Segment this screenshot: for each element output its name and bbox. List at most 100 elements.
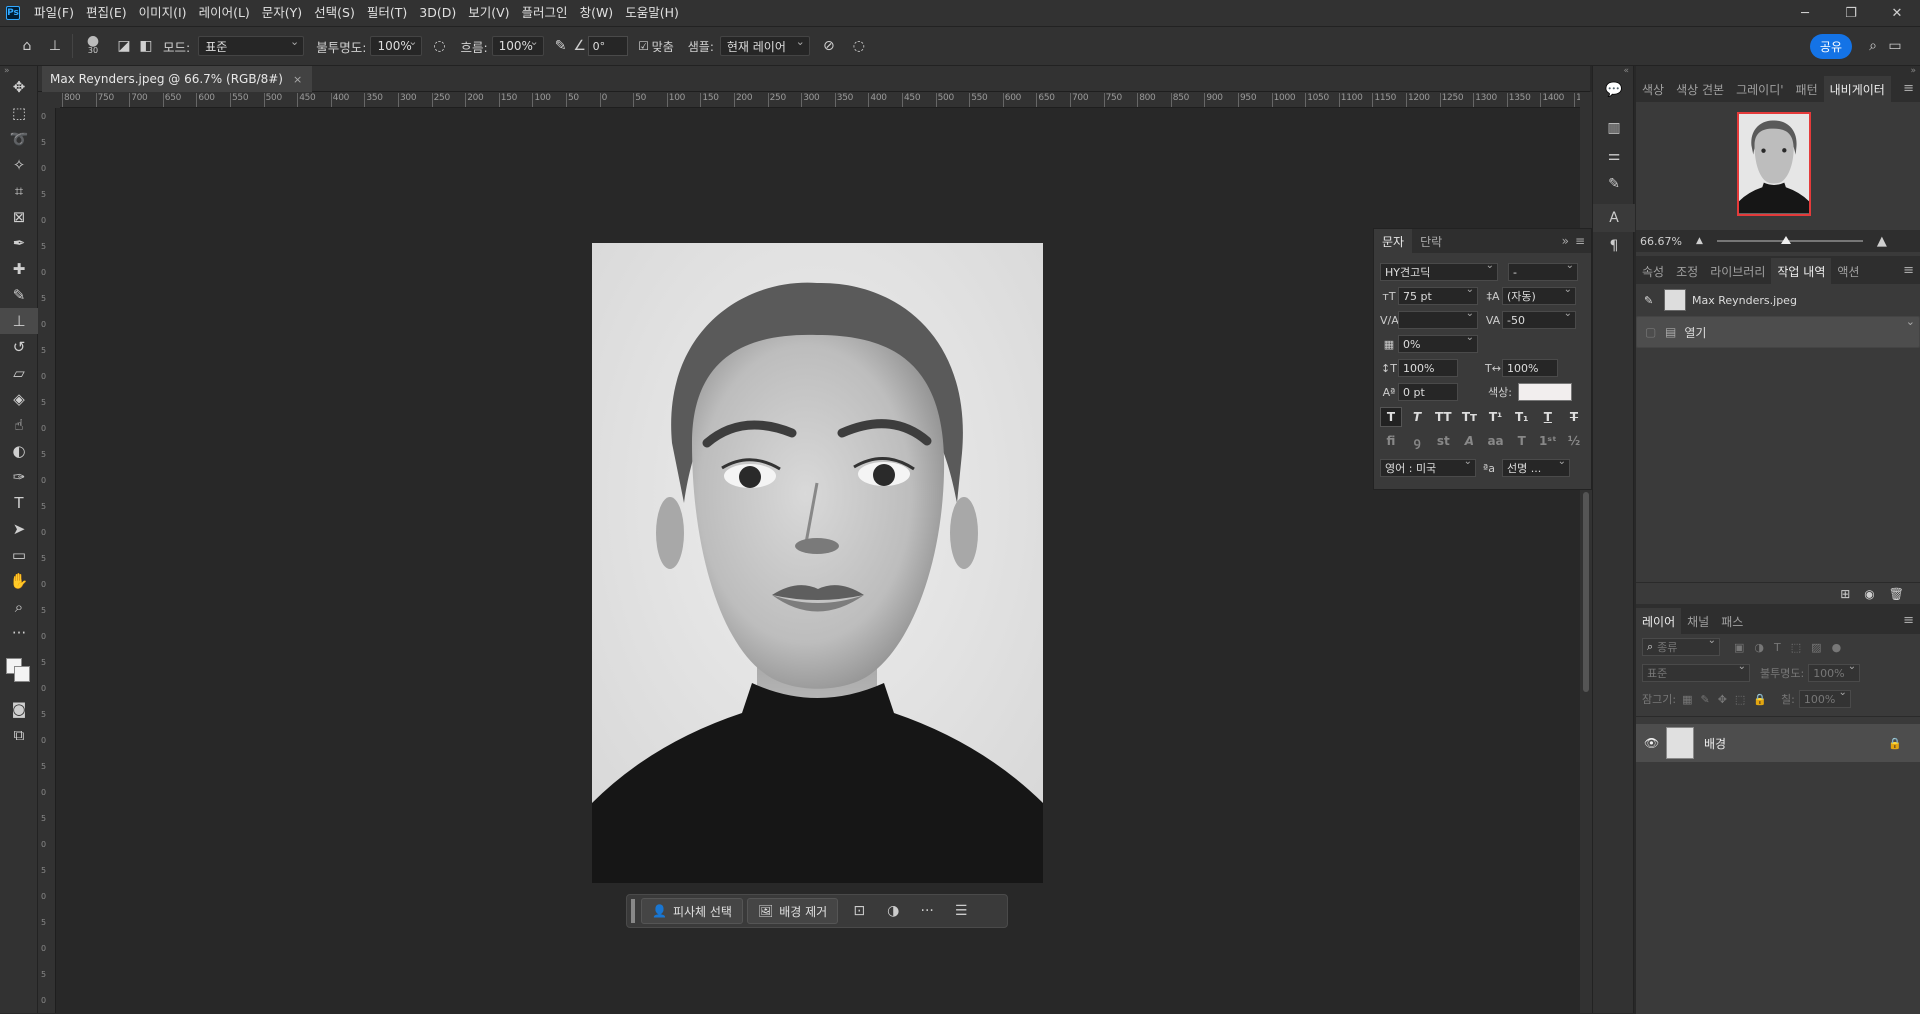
panel-menu-icon[interactable]: ≡ (1575, 234, 1585, 248)
tab-gradients[interactable]: 그레이디' (1730, 76, 1789, 102)
antialias-select[interactable]: 선명 ... (1502, 456, 1570, 477)
menu-item-9[interactable]: 플러그인 (516, 0, 574, 26)
adjustment-icon[interactable]: ◑ (876, 898, 910, 924)
flow-field[interactable]: 100% (491, 35, 544, 56)
menu-item-2[interactable]: 이미지(I) (133, 0, 193, 26)
language-select[interactable]: 영어 : 미국 (1380, 456, 1476, 477)
zoom-level[interactable]: 66.67% (1640, 235, 1696, 248)
transform-icon[interactable]: ⊡ (842, 898, 876, 924)
home-icon[interactable]: ⌂ (16, 35, 38, 57)
bar-settings-icon[interactable]: ☰ (944, 898, 978, 924)
zoom-tool-icon[interactable]: ⌕ (0, 594, 38, 620)
minimize-button[interactable]: ─ (1782, 0, 1828, 26)
navigator-menu-icon[interactable]: ≡ (1903, 81, 1914, 96)
frame-tool-icon[interactable]: ⊠ (0, 204, 38, 230)
maximize-button[interactable]: ❐ (1828, 0, 1874, 26)
tab-character[interactable]: 문자 (1374, 229, 1413, 253)
menu-item-8[interactable]: 보기(V) (462, 0, 515, 26)
pixel-filter-icon[interactable]: ▣ (1734, 641, 1744, 654)
history-snapshot[interactable]: ✎ Max Reynders.jpeg (1636, 284, 1920, 316)
kerning-field[interactable] (1398, 308, 1478, 329)
smudge-tool-icon[interactable]: ☝ (0, 412, 38, 438)
clone-stamp-tool-icon[interactable]: ⊥ (0, 308, 38, 334)
vertical-ruler[interactable]: 0 5 0 5 0 5 0 5 0 5 0 5 0 5 0 5 0 5 0 5 0 5 0 5 0 5 0 5 0 5 0 5 0 5 0 (38, 108, 56, 1013)
remove-background-button[interactable]: 🖼 배경 제거 (746, 898, 839, 924)
tab-paths[interactable]: 패스 (1715, 608, 1749, 634)
visibility-eye-icon[interactable]: 👁 (1644, 736, 1666, 750)
eraser-tool-icon[interactable]: ▱ (0, 360, 38, 386)
leading-field[interactable]: (자동) (1502, 284, 1576, 305)
brush-preset-picker[interactable]: ● 30 (79, 34, 107, 55)
brush-tool-icon[interactable]: ✎ (0, 282, 38, 308)
paragraph-panel-icon[interactable]: ¶ (1593, 232, 1635, 260)
history-state[interactable]: ▢ ▤ 열기 (1636, 315, 1920, 348)
zoom-out-icon[interactable]: ▲ (1696, 236, 1703, 246)
history-menu-icon[interactable]: ≡ (1903, 263, 1914, 278)
tab-properties[interactable]: 속성 (1636, 258, 1670, 284)
lock-artboard-icon[interactable]: ⬚ (1735, 693, 1745, 706)
dodge-tool-icon[interactable]: ◐ (0, 438, 38, 464)
aligned-checkbox[interactable]: ☑ (636, 35, 652, 57)
zoom-slider[interactable] (1716, 236, 1863, 244)
scroll-thumb[interactable] (1583, 492, 1589, 692)
adjustments-icon[interactable]: ⚌ (1593, 142, 1635, 170)
horizontal-scale-field[interactable]: 100% (1502, 359, 1558, 377)
tab-navigator[interactable]: 내비게이터 (1823, 76, 1891, 102)
menu-item-11[interactable]: 도움말(H) (619, 0, 685, 26)
background-color-swatch[interactable] (14, 666, 30, 682)
type-filter-icon[interactable]: T (1774, 641, 1781, 654)
small-caps-icon[interactable]: Tт (1458, 407, 1480, 427)
tab-channels[interactable]: 채널 (1681, 608, 1715, 634)
smart-object-filter-icon[interactable]: ▨ (1811, 641, 1821, 654)
type-tool-icon[interactable]: T (0, 490, 38, 516)
all-caps-icon[interactable]: TT (1432, 407, 1454, 427)
menu-item-0[interactable]: 파일(F) (28, 0, 80, 26)
marquee-tool-icon[interactable]: ⬚ (0, 100, 38, 126)
color-swatches[interactable] (0, 646, 37, 696)
swash-icon[interactable]: A (1458, 431, 1480, 451)
lasso-tool-icon[interactable]: ➰ (0, 126, 38, 152)
share-button[interactable]: 공유 (1809, 33, 1852, 59)
paint-bucket-tool-icon[interactable]: ◈ (0, 386, 38, 412)
comments-icon[interactable]: 💬 (1593, 76, 1635, 104)
underline-icon[interactable]: T (1537, 407, 1559, 427)
quick-mask-icon[interactable]: ◙ (0, 696, 38, 722)
stylistic-alternates-icon[interactable]: aa (1485, 431, 1507, 451)
filter-toggle-icon[interactable]: ● (1832, 641, 1842, 654)
brush-settings-icon[interactable]: ◪ (113, 35, 135, 57)
menu-item-6[interactable]: 필터(T) (361, 0, 413, 26)
right-collapse-icon[interactable]: » (1636, 66, 1920, 76)
collapse-panel-icon[interactable]: » (1562, 234, 1569, 248)
lock-image-icon[interactable]: ✎ (1700, 693, 1709, 706)
rectangle-tool-icon[interactable]: ▭ (0, 542, 38, 568)
strikethrough-icon[interactable]: T (1563, 407, 1585, 427)
clone-stamp-preset-icon[interactable]: ⊥ (44, 35, 66, 57)
menu-item-3[interactable]: 레이어(L) (193, 0, 256, 26)
mode-select[interactable]: 표준 (198, 35, 305, 56)
layer-fill-field[interactable]: 100% (1798, 687, 1851, 708)
pressure-size-icon[interactable]: ◌ (848, 35, 870, 57)
magic-wand-tool-icon[interactable]: ✧ (0, 152, 38, 178)
zoom-in-icon[interactable]: ▲ (1877, 234, 1887, 249)
tab-history[interactable]: 작업 내역 (1771, 258, 1832, 284)
zoom-slider-thumb[interactable] (1780, 236, 1791, 244)
toolbar-collapse-icon[interactable]: » (0, 66, 37, 76)
font-size-field[interactable]: 75 pt (1398, 284, 1478, 305)
more-options-icon[interactable]: ··· (910, 898, 944, 924)
adjustment-filter-icon[interactable]: ◑ (1754, 641, 1764, 654)
blend-mode-select[interactable]: 표준 (1642, 661, 1750, 682)
snapshot-camera-icon[interactable]: ◉ (1864, 587, 1874, 601)
search-icon[interactable]: ⌕ (1862, 35, 1884, 57)
ignore-adjustment-layers-icon[interactable]: ⊘ (818, 35, 840, 57)
pen-tool-icon[interactable]: ✑ (0, 464, 38, 490)
clone-source-icon[interactable]: ◧ (135, 35, 157, 57)
ligatures-icon[interactable]: fi (1380, 431, 1402, 451)
tab-actions[interactable]: 액션 (1831, 258, 1865, 284)
ruler-origin[interactable] (38, 92, 60, 108)
faux-bold-icon[interactable]: T (1380, 407, 1402, 427)
alternate-ligatures-icon[interactable]: ꝯ (1406, 431, 1428, 451)
strip-collapse-icon[interactable]: « (1593, 66, 1633, 76)
lock-transparent-icon[interactable]: ▦ (1682, 693, 1692, 706)
crop-tool-icon[interactable]: ⌗ (0, 178, 38, 204)
move-tool-icon[interactable]: ✥ (0, 74, 38, 100)
